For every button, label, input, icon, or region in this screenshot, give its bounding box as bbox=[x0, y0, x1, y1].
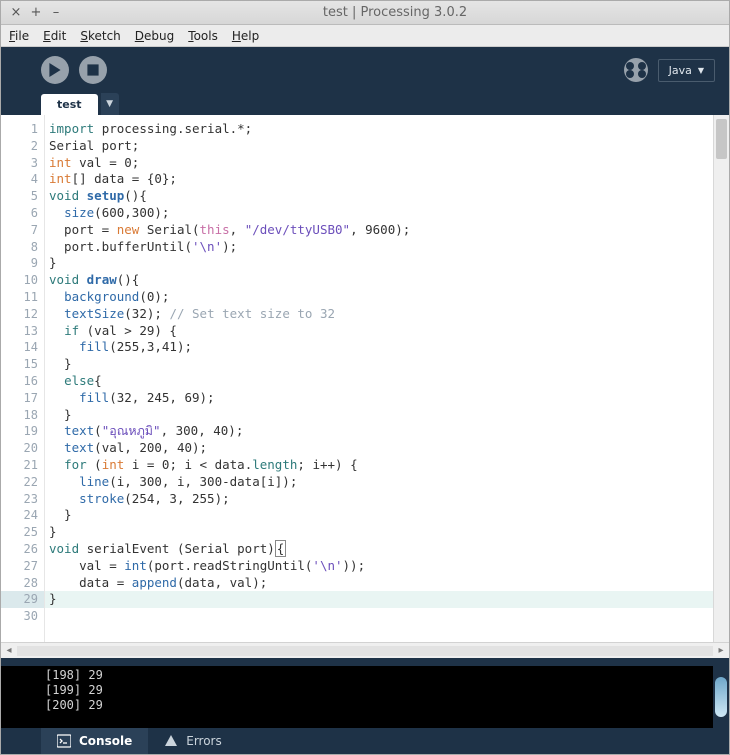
tab-console-label: Console bbox=[79, 734, 132, 748]
console-output: [198] 29[199] 29[200] 29 bbox=[1, 666, 729, 728]
editor-horizontal-scrollbar[interactable]: ◂ ▸ bbox=[1, 642, 729, 658]
tab-errors[interactable]: Errors bbox=[148, 728, 238, 754]
code-editor[interactable]: 1234567891011121314151617181920212223242… bbox=[1, 115, 729, 642]
toolbar: Java ▼ bbox=[1, 47, 729, 93]
play-icon bbox=[48, 63, 62, 77]
scroll-left-icon[interactable]: ◂ bbox=[1, 645, 17, 656]
menu-sketch[interactable]: Sketch bbox=[80, 29, 120, 43]
mode-selector[interactable]: Java ▼ bbox=[658, 59, 715, 82]
run-button[interactable] bbox=[41, 56, 69, 84]
window-title: test | Processing 3.0.2 bbox=[69, 5, 721, 20]
scrollbar-thumb[interactable] bbox=[715, 677, 727, 717]
editor-vertical-scrollbar[interactable] bbox=[713, 115, 729, 642]
window-titlebar: × + – test | Processing 3.0.2 bbox=[1, 1, 729, 25]
minimize-window-icon[interactable]: – bbox=[49, 5, 63, 20]
close-window-icon[interactable]: × bbox=[9, 5, 23, 20]
debug-button[interactable] bbox=[624, 58, 648, 82]
menu-edit[interactable]: Edit bbox=[43, 29, 66, 43]
tab-menu-dropdown[interactable]: ▼ bbox=[101, 93, 119, 115]
stop-icon bbox=[86, 63, 100, 77]
pane-divider[interactable] bbox=[1, 658, 729, 666]
sketch-tab-active[interactable]: test bbox=[41, 94, 98, 115]
menu-help[interactable]: Help bbox=[232, 29, 259, 43]
warning-icon bbox=[164, 734, 178, 748]
code-area[interactable]: import processing.serial.*;Serial port;i… bbox=[45, 115, 713, 642]
sketch-tab-row: test ▼ bbox=[1, 93, 729, 115]
tab-errors-label: Errors bbox=[186, 734, 222, 748]
scroll-right-icon[interactable]: ▸ bbox=[713, 645, 729, 656]
menu-bar: File Edit Sketch Debug Tools Help bbox=[1, 25, 729, 47]
butterfly-icon bbox=[624, 58, 648, 82]
chevron-down-icon: ▼ bbox=[698, 66, 704, 75]
scrollbar-thumb[interactable] bbox=[716, 119, 727, 159]
console-scrollbar[interactable] bbox=[713, 666, 729, 728]
menu-file[interactable]: File bbox=[9, 29, 29, 43]
stop-button[interactable] bbox=[79, 56, 107, 84]
menu-debug[interactable]: Debug bbox=[135, 29, 174, 43]
new-window-icon[interactable]: + bbox=[29, 5, 43, 20]
console-icon bbox=[57, 734, 71, 748]
tab-console[interactable]: Console bbox=[41, 728, 148, 754]
line-number-gutter: 1234567891011121314151617181920212223242… bbox=[1, 115, 45, 642]
menu-tools[interactable]: Tools bbox=[188, 29, 218, 43]
mode-label: Java bbox=[669, 64, 692, 77]
bottom-tab-bar: Console Errors bbox=[1, 728, 729, 754]
hscroll-track[interactable] bbox=[17, 646, 713, 656]
